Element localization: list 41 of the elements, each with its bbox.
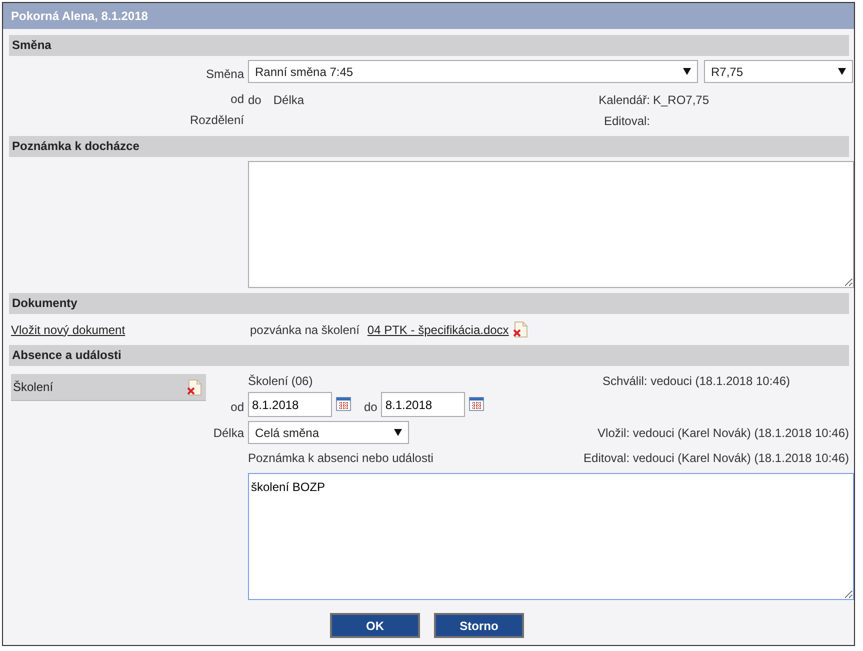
field-label: od: [230, 91, 244, 108]
absence-note-field[interactable]: školení BOZP: [248, 473, 854, 600]
dialog-button[interactable]: OK: [330, 613, 420, 638]
delete-document-icon[interactable]: [512, 321, 528, 338]
dropdown-arrow-icon: [683, 68, 691, 75]
dropdown-arrow-icon: [394, 429, 402, 436]
calendar-value: K_RO7,75: [653, 92, 710, 106]
edited-info: Editoval: vedouci (Karel Novák) (18.1.2018 10:46): [584, 451, 849, 465]
absence-type: Školení (06): [248, 374, 313, 388]
section-header: Dokumenty: [9, 293, 849, 314]
section-header: Směna: [9, 35, 849, 56]
variant-select[interactable]: R7,75: [704, 60, 853, 83]
delete-document-icon[interactable]: [187, 378, 202, 396]
field-label: do: [248, 92, 262, 106]
field-label: Poznámka k absenci nebo události: [248, 451, 434, 465]
field-label: Rozdělení: [190, 112, 244, 129]
date-from-field[interactable]: 8.1.2018: [248, 392, 332, 417]
add-document-link[interactable]: Vložit nový dokument: [11, 322, 246, 336]
inserted-info: Vložil: vedouci (Karel Novák) (18.1.2018 10:46): [598, 426, 849, 440]
calendar-icon[interactable]: [336, 396, 351, 410]
field-label: Délka: [273, 92, 304, 106]
field-label: Délka: [213, 426, 244, 440]
field-label: od: [230, 400, 244, 414]
dialog-button[interactable]: Storno: [434, 613, 524, 638]
approval-info: Schválil: vedouci (18.1.2018 10:46): [602, 374, 790, 388]
document-link[interactable]: 04 PTK - špecifikácia.docx: [367, 322, 509, 336]
field-label: Kalendář:: [598, 92, 650, 106]
field-label: Editoval:: [604, 114, 650, 128]
calendar-icon[interactable]: [469, 396, 484, 410]
absence-item[interactable]: Školení: [11, 374, 206, 401]
section-header: Absence a události: [9, 345, 849, 366]
section-header: Poznámka k docházce: [9, 136, 849, 157]
field-label: Směna: [206, 66, 244, 83]
length-select[interactable]: Celá směna: [248, 421, 409, 444]
date-to-field[interactable]: 8.1.2018: [381, 392, 466, 417]
window-title: Pokorná Alena, 8.1.2018: [3, 3, 854, 29]
document-label: pozvánka na školení: [250, 322, 360, 336]
shift-select[interactable]: Ranní směna 7:45: [248, 60, 698, 83]
dropdown-arrow-icon: [838, 68, 846, 75]
note-field[interactable]: [248, 161, 854, 288]
field-label: do: [364, 400, 378, 414]
